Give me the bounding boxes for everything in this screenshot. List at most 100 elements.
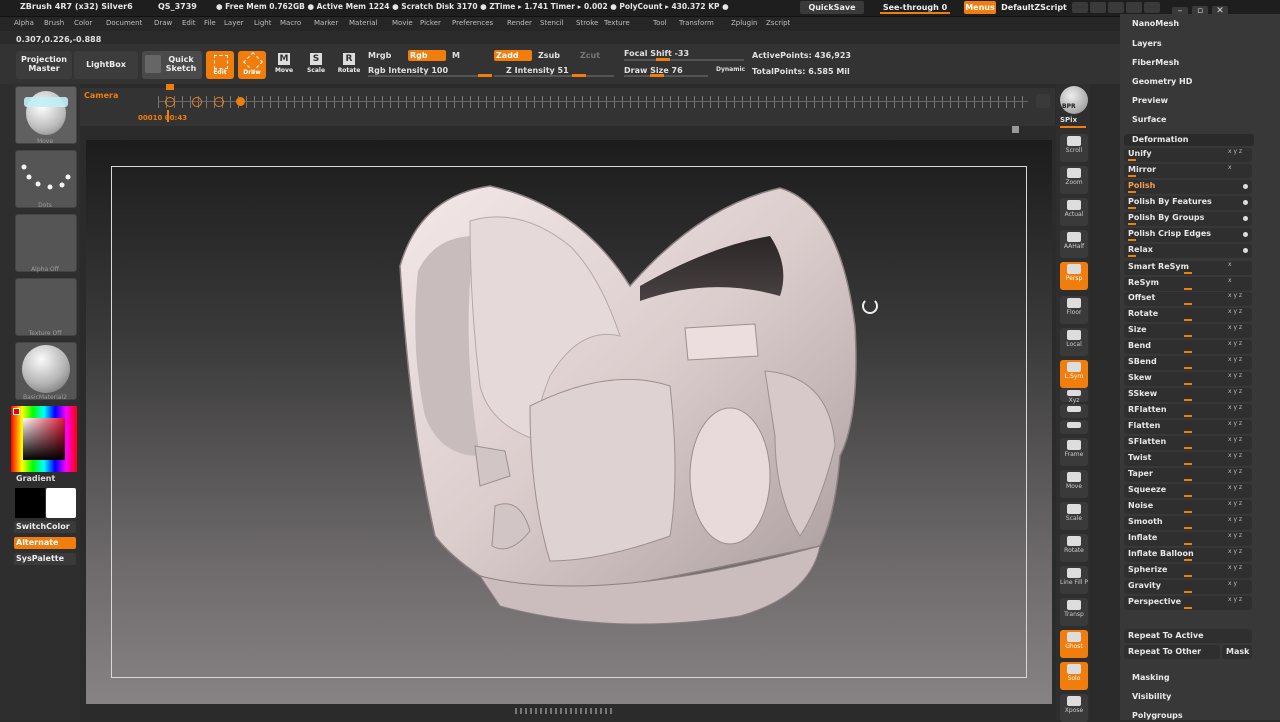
deform-slider-knob[interactable] (1128, 175, 1136, 177)
timeline-track[interactable] (158, 96, 1028, 108)
menu-marker[interactable]: Marker (314, 19, 338, 27)
menu-zplugin[interactable]: Zplugin (731, 19, 757, 27)
menu-material[interactable]: Material (349, 19, 377, 27)
toolbar-icon-d[interactable] (1126, 2, 1142, 13)
draw-size-knob[interactable] (650, 74, 664, 77)
timeline-start-marker[interactable] (166, 84, 174, 90)
axis-toggle[interactable]: x (1228, 261, 1232, 268)
deform-slider-knob[interactable] (1184, 527, 1192, 529)
palette-layers[interactable]: Layers (1132, 39, 1162, 48)
deform-slider-knob[interactable] (1184, 495, 1192, 497)
focal-shift-slider[interactable]: Focal Shift -33 (624, 49, 689, 58)
deform-slider-knob[interactable] (1184, 399, 1192, 401)
menus-toggle[interactable]: Menus (964, 1, 996, 14)
axis-toggle[interactable]: x y z (1228, 308, 1242, 315)
spix-slider[interactable] (1060, 126, 1086, 128)
axis-toggle[interactable]: x y z (1228, 452, 1242, 459)
deform-slider-knob[interactable] (1128, 223, 1136, 225)
axis-toggle[interactable]: x y z (1228, 596, 1242, 603)
shelf-button-aahalf[interactable]: AAHalf (1060, 230, 1088, 258)
palette-masking[interactable]: Masking (1132, 673, 1170, 682)
axis-toggle[interactable]: x y z (1228, 564, 1242, 571)
draw-button[interactable]: Draw (238, 51, 266, 79)
rotate-mode-button[interactable]: R Rotate (336, 51, 362, 79)
shelf-button-transp[interactable]: Transp (1060, 598, 1088, 626)
axis-toggle[interactable]: x y z (1228, 436, 1242, 443)
shelf-button-solo[interactable]: Solo (1060, 662, 1088, 690)
axis-toggle[interactable]: x y z (1228, 548, 1242, 555)
shelf-button-rotate[interactable]: Rotate (1060, 534, 1088, 562)
menu-render[interactable]: Render (507, 19, 532, 27)
axis-toggle[interactable]: x y z (1228, 484, 1242, 491)
dynamic-button[interactable]: Dynamic (716, 66, 745, 73)
deform-slider-knob[interactable] (1184, 511, 1192, 513)
palette-surface[interactable]: Surface (1132, 115, 1166, 124)
lightbox-button[interactable]: LightBox (74, 51, 138, 79)
deform-slider-knob[interactable] (1184, 463, 1192, 465)
menu-draw[interactable]: Draw (154, 19, 172, 27)
canvas-resize-handle[interactable] (1012, 126, 1019, 133)
axis-toggle[interactable]: x y (1228, 580, 1237, 587)
shelf-button-move[interactable]: Move (1060, 470, 1088, 498)
axis-toggle[interactable]: x y z (1228, 420, 1242, 427)
deform-slider-knob[interactable] (1184, 303, 1192, 305)
palette-fibermesh[interactable]: FiberMesh (1132, 58, 1179, 67)
edit-button[interactable]: Edit (206, 51, 234, 79)
z-intensity-knob[interactable] (572, 74, 586, 77)
rgb-intensity-slider[interactable]: Rgb Intensity 100 (368, 66, 448, 75)
shelf-button-xpose[interactable]: Xpose (1060, 694, 1088, 722)
shelf-button-persp[interactable]: Persp (1060, 262, 1088, 290)
alpha-thumbnail[interactable] (15, 214, 77, 272)
mrgb-button[interactable]: Mrgb (368, 51, 391, 60)
shelf-button-icon-9[interactable] (1060, 404, 1088, 418)
menu-alpha[interactable]: Alpha (14, 19, 34, 27)
rgb-button[interactable]: Rgb (408, 50, 446, 61)
zcut-button[interactable]: Zcut (580, 51, 600, 60)
main-color-swatch[interactable] (15, 488, 45, 518)
deform-slider-knob[interactable] (1184, 543, 1192, 545)
menu-movie[interactable]: Movie (392, 19, 413, 27)
menu-picker[interactable]: Picker (420, 19, 441, 27)
deform-slider-knob[interactable] (1184, 431, 1192, 433)
texture-thumbnail[interactable] (15, 278, 77, 336)
quick-sketch-button[interactable]: Quick Sketch (142, 51, 202, 79)
axis-toggle[interactable]: x (1228, 277, 1232, 284)
shelf-button-xyz[interactable]: Xyz (1060, 388, 1088, 404)
toolbar-icon-e[interactable] (1144, 2, 1160, 13)
menu-stroke[interactable]: Stroke (576, 19, 598, 27)
axis-toggle[interactable]: x y z (1228, 500, 1242, 507)
projection-master-button[interactable]: Projection Master (16, 51, 72, 79)
palette-visibility[interactable]: Visibility (1132, 692, 1171, 701)
gradient-label[interactable]: Gradient (16, 474, 55, 483)
menu-stencil[interactable]: Stencil (540, 19, 564, 27)
axis-toggle[interactable]: x y z (1228, 404, 1242, 411)
axis-toggle[interactable]: x y z (1228, 340, 1242, 347)
switch-color-button[interactable]: SwitchColor (14, 521, 76, 533)
deform-slider-knob[interactable] (1184, 383, 1192, 385)
deform-slider-knob[interactable] (1184, 447, 1192, 449)
axis-toggle[interactable]: x y z (1228, 372, 1242, 379)
deform-slider-knob[interactable] (1184, 559, 1192, 561)
timeline-playhead[interactable] (167, 110, 169, 122)
menu-zscript[interactable]: Zscript (766, 19, 790, 27)
axis-toggle[interactable]: x y z (1228, 516, 1242, 523)
spix-label[interactable]: SPix (1060, 116, 1077, 124)
keyframe-icon[interactable] (165, 97, 175, 107)
shelf-button-icon-10[interactable] (1060, 420, 1088, 434)
move-mode-button[interactable]: M Move (272, 51, 296, 79)
menu-texture[interactable]: Texture (604, 19, 630, 27)
toolbar-icon-b[interactable] (1090, 2, 1106, 13)
shelf-button-scale[interactable]: Scale (1060, 502, 1088, 530)
menu-brush[interactable]: Brush (44, 19, 64, 27)
zadd-button[interactable]: Zadd (494, 50, 532, 61)
deform-slider-knob[interactable] (1184, 415, 1192, 417)
menu-file[interactable]: File (204, 19, 216, 27)
shelf-button-actual[interactable]: Actual (1060, 198, 1088, 226)
axis-toggle[interactable]: x y z (1228, 388, 1242, 395)
syspalette-button[interactable]: SysPalette (14, 553, 76, 565)
deform-slider-knob[interactable] (1128, 191, 1136, 193)
deform-slider-knob[interactable] (1128, 239, 1136, 241)
menu-transform[interactable]: Transform (679, 19, 714, 27)
deform-slider-knob[interactable] (1128, 255, 1136, 257)
zsub-button[interactable]: Zsub (538, 51, 560, 60)
